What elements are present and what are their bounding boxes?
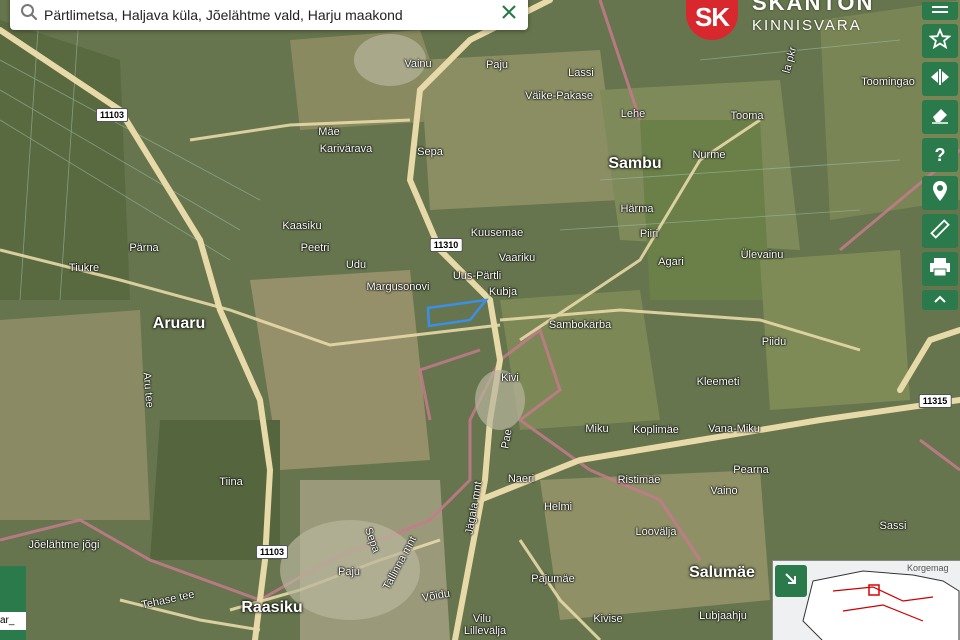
eraser-icon — [930, 106, 950, 129]
side-panel-label: ar_ — [0, 612, 26, 630]
search-icon[interactable] — [18, 1, 40, 23]
menu-icon — [930, 2, 950, 20]
road-number: 11310 — [429, 238, 463, 252]
road-number: 11103 — [255, 545, 289, 559]
map-viewport[interactable]: 11103 11310 11103 11315 Vainu Paju Lassi… — [0, 0, 960, 640]
ruler-icon — [929, 218, 951, 245]
favorite-button[interactable] — [922, 24, 958, 58]
chevron-up-icon — [933, 291, 947, 309]
expand-arrow-icon — [783, 571, 799, 592]
map-pin-icon — [932, 180, 948, 207]
measure-button[interactable] — [922, 214, 958, 248]
road-number: 11315 — [918, 394, 952, 408]
map-toolbar: ? — [920, 0, 960, 314]
logo-line2: KINNISVARA — [752, 17, 862, 34]
search-input[interactable] — [42, 0, 496, 24]
minimap-toggle-button[interactable] — [775, 565, 807, 597]
close-icon[interactable] — [496, 0, 522, 25]
brand-logo[interactable]: SK SKANTON KINNISVARA — [686, 0, 874, 40]
question-icon: ? — [934, 144, 946, 165]
map-imagery — [0, 0, 960, 640]
menu-button[interactable] — [922, 2, 958, 20]
printer-icon — [929, 257, 951, 282]
compare-button[interactable] — [922, 62, 958, 96]
minimap-label: Korgemag — [907, 563, 949, 573]
help-button[interactable]: ? — [922, 138, 958, 172]
overview-minimap[interactable]: Korgemag — [772, 560, 960, 640]
star-icon — [928, 27, 952, 55]
logo-line1: SKANTON — [752, 0, 875, 15]
road-number: 11103 — [95, 108, 129, 122]
logo-badge: SK — [686, 0, 738, 40]
eraser-button[interactable] — [922, 100, 958, 134]
print-button[interactable] — [922, 252, 958, 286]
collapse-button[interactable] — [922, 290, 958, 310]
location-button[interactable] — [922, 176, 958, 210]
split-arrows-icon — [929, 68, 951, 91]
search-bar[interactable] — [10, 0, 528, 30]
